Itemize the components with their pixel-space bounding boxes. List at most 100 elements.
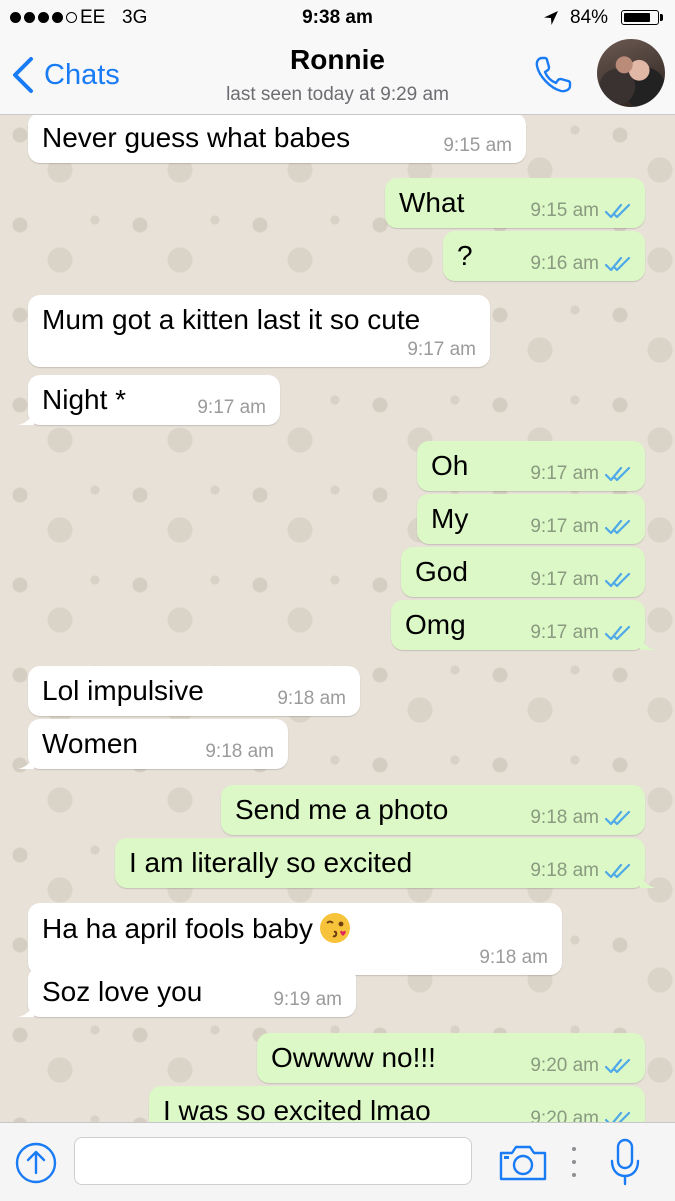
chat-header: Chats Ronnie last seen today at 9:29 am	[0, 36, 675, 115]
message-time: 9:18 am	[479, 947, 548, 968]
message-text-content: I am literally so excited	[129, 847, 413, 878]
message-meta: 9:17 am	[530, 516, 631, 538]
message-text: Never guess what babes	[42, 122, 350, 154]
incoming-message[interactable]: Mum got a kitten last it so cute 9:17 am	[28, 295, 490, 367]
message-text: ?	[457, 240, 473, 272]
message-text: What	[399, 187, 464, 219]
message-time: 9:15 am	[530, 200, 599, 221]
read-ticks-icon	[605, 519, 631, 535]
message-time: 9:20 am	[530, 1055, 599, 1076]
incoming-message[interactable]: Night * 9:17 am	[18, 375, 280, 425]
outgoing-message[interactable]: Oh 9:17 am	[417, 441, 645, 491]
location-arrow-icon	[544, 11, 558, 25]
incoming-message[interactable]: Lol impulsive 9:18 am	[28, 666, 360, 716]
outgoing-message[interactable]: Owwww no!!! 9:20 am	[257, 1033, 645, 1083]
message-time: 9:17 am	[530, 463, 599, 484]
message-text: My	[431, 503, 468, 535]
message-text-content: Oh	[431, 450, 469, 481]
battery-percentage: 84%	[570, 7, 609, 28]
message-text: Mum got a kitten last it so cute	[42, 304, 420, 336]
bubble-tail	[18, 1001, 34, 1017]
battery-level-fill	[624, 13, 650, 22]
outgoing-message[interactable]: God 9:17 am	[401, 547, 645, 597]
message-text-content: Send me a photo	[235, 794, 449, 825]
incoming-message[interactable]: Never guess what babes 9:15 am	[28, 115, 526, 163]
outgoing-message[interactable]: What 9:15 am	[385, 178, 645, 228]
message-meta: 9:15 am	[443, 135, 512, 157]
camera-icon[interactable]	[498, 1143, 548, 1183]
incoming-message[interactable]: Ha ha april fools baby 9:18 am	[28, 903, 562, 975]
message-time: 9:17 am	[530, 516, 599, 537]
message-time: 9:18 am	[530, 860, 599, 881]
bubble-tail	[18, 409, 34, 425]
message-time: 9:17 am	[407, 339, 476, 360]
composer-bar	[0, 1122, 675, 1201]
message-text-content: God	[415, 556, 468, 587]
outgoing-message[interactable]: Send me a photo 9:18 am	[221, 785, 645, 835]
bubble-tail	[640, 634, 656, 650]
message-time: 9:17 am	[197, 397, 266, 418]
read-ticks-icon	[605, 625, 631, 641]
message-text-content: Never guess what babes	[42, 122, 351, 153]
message-meta: 9:18 am	[205, 741, 274, 763]
message-time: 9:18 am	[530, 807, 599, 828]
message-meta: 9:18 am	[479, 947, 548, 969]
message-meta: 9:20 am	[530, 1108, 631, 1122]
read-ticks-icon	[605, 203, 631, 219]
read-ticks-icon	[605, 466, 631, 482]
message-text-content: What	[399, 187, 465, 218]
read-ticks-icon	[605, 1111, 631, 1122]
upload-arrow-icon[interactable]	[14, 1141, 58, 1185]
message-text-content: I was so excited lmao	[163, 1095, 431, 1122]
outgoing-message[interactable]: My 9:17 am	[417, 494, 645, 544]
message-text: Soz love you	[42, 976, 202, 1008]
message-text: Ha ha april fools baby	[42, 912, 351, 945]
outgoing-message[interactable]: I am literally so excited 9:18 am	[115, 838, 656, 888]
bubble-tail	[18, 753, 34, 769]
message-meta: 9:16 am	[530, 253, 631, 275]
message-text: I was so excited lmao	[163, 1095, 431, 1122]
phone-icon[interactable]	[530, 52, 576, 98]
outgoing-message[interactable]: ? 9:16 am	[443, 231, 645, 281]
message-meta: 9:19 am	[273, 989, 342, 1011]
message-time: 9:18 am	[205, 741, 274, 762]
message-meta: 9:18 am	[530, 860, 631, 882]
incoming-message[interactable]: Women 9:18 am	[18, 719, 288, 769]
message-text-content: Omg	[405, 609, 466, 640]
message-text-content: Lol impulsive	[42, 675, 204, 706]
bubble-tail	[640, 872, 656, 888]
message-time: 9:20 am	[530, 1108, 599, 1122]
message-text: God	[415, 556, 468, 588]
outgoing-message[interactable]: Omg 9:17 am	[391, 600, 656, 650]
outgoing-message[interactable]: I was so excited lmao 9:20 am	[149, 1086, 645, 1122]
microphone-icon[interactable]	[606, 1137, 644, 1187]
message-text-content: My	[431, 503, 469, 534]
message-text-content: Women	[42, 728, 138, 759]
message-text-content: Night *	[42, 384, 127, 415]
message-meta: 9:20 am	[530, 1055, 631, 1077]
face-throwing-kiss-emoji	[319, 913, 350, 943]
more-dots-icon[interactable]	[570, 1147, 578, 1177]
incoming-message[interactable]: Soz love you 9:19 am	[18, 967, 356, 1017]
message-time: 9:15 am	[443, 135, 512, 156]
message-list[interactable]: Never guess what babes 9:15 am What 9:15 am…	[0, 115, 675, 1122]
message-text: Omg	[405, 609, 466, 641]
message-time: 9:19 am	[273, 989, 342, 1010]
message-text-content: Mum got a kitten last it so cute	[42, 304, 421, 335]
message-text-content: Ha ha april fools baby	[42, 913, 313, 944]
message-text-content: Soz love you	[42, 976, 203, 1007]
message-input[interactable]	[74, 1137, 472, 1185]
message-meta: 9:17 am	[530, 622, 631, 644]
message-text: Women	[42, 728, 138, 760]
message-meta: 9:17 am	[407, 339, 476, 361]
read-ticks-icon	[605, 572, 631, 588]
message-meta: 9:18 am	[277, 688, 346, 710]
read-ticks-icon	[605, 863, 631, 879]
message-text-content: Owwww no!!!	[271, 1042, 436, 1073]
message-text: Lol impulsive	[42, 675, 204, 707]
read-ticks-icon	[605, 810, 631, 826]
message-time: 9:17 am	[530, 569, 599, 590]
status-bar: EE 3G 9:38 am 84%	[0, 0, 675, 36]
avatar[interactable]	[597, 39, 665, 107]
message-text: Send me a photo	[235, 794, 448, 826]
